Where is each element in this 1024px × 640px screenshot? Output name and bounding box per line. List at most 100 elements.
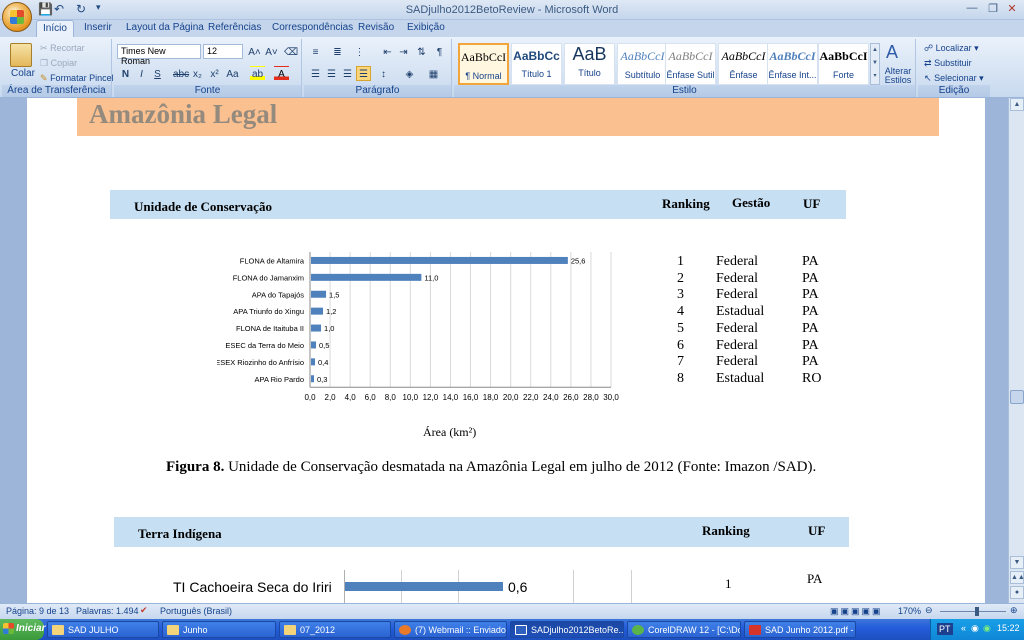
minimize-button[interactable]: —	[962, 2, 982, 16]
scroll-up-button[interactable]: ▲	[1010, 98, 1024, 111]
zoom-out-icon[interactable]: ⊖	[925, 605, 933, 616]
browse-object-button[interactable]: ●	[1010, 586, 1024, 599]
uc-bar-chart: 0,0 2,0 4,0 6,0 8,0 10,0 12,0 14,0 16,0 18,0 20,0 2…	[217, 252, 619, 402]
prev-page-button[interactable]: ▲▲	[1010, 571, 1024, 584]
tray-expand-icon[interactable]: «	[961, 623, 966, 633]
font-color-icon[interactable]: A	[274, 66, 289, 81]
cut-button[interactable]: ✂ Recortar	[40, 43, 85, 54]
align-right-icon[interactable]: ☰	[340, 66, 355, 81]
zoom-level[interactable]: 170%	[898, 606, 921, 616]
copy-button[interactable]: ❐ Copiar	[40, 58, 77, 69]
language-indicator[interactable]: PT	[937, 623, 953, 635]
zoom-slider[interactable]	[940, 611, 1006, 612]
select-button[interactable]: ↖ Selecionar ▾	[924, 73, 984, 84]
office-button[interactable]	[2, 2, 32, 32]
uc-uf: PA	[802, 304, 819, 320]
vertical-scrollbar[interactable]: ▲ ▼ ▲▲ ●	[1008, 98, 1024, 603]
chart-data-label: 0,3	[317, 375, 327, 384]
underline-icon[interactable]: S	[150, 66, 165, 81]
zoom-in-icon[interactable]: ⊕	[1010, 605, 1018, 616]
taskbar-item-coreldraw[interactable]: CorelDRAW 12 - [C:\Doc...	[627, 621, 741, 638]
tray-status-icon[interactable]: ◉	[983, 623, 991, 634]
clear-format-icon[interactable]: ⌫	[283, 44, 298, 59]
taskbar-item-sad-julho[interactable]: SAD JULHO	[47, 621, 159, 638]
grow-font-icon[interactable]: A˄	[247, 44, 262, 59]
zoom-slider-thumb[interactable]	[975, 607, 979, 616]
show-marks-icon[interactable]: ¶	[432, 44, 447, 59]
language-status[interactable]: Português (Brasil)	[160, 606, 232, 616]
taskbar-item-07-2012[interactable]: 07_2012	[279, 621, 391, 638]
paste-icon[interactable]	[10, 43, 32, 67]
style-titulo[interactable]: AaB Título	[564, 43, 615, 85]
style-titulo1[interactable]: AaBbCc Título 1	[511, 43, 562, 85]
folder-icon	[52, 625, 64, 635]
style-enfase-sutil[interactable]: AaBbCcI Ênfase Sutil	[665, 43, 716, 85]
decrease-indent-icon[interactable]: ⇤	[380, 44, 395, 59]
bold-icon[interactable]: N	[118, 66, 133, 81]
style-subtitulo[interactable]: AaBbCcI Subtítulo	[617, 43, 668, 85]
paste-button[interactable]: Colar	[11, 68, 35, 79]
tab-layout[interactable]: Layout da Página	[126, 22, 204, 33]
bullets-icon[interactable]: ≡	[308, 44, 323, 59]
windows-logo-icon	[3, 623, 14, 634]
highlight-icon[interactable]: ab	[250, 66, 265, 81]
uc-uf: PA	[802, 337, 819, 353]
strikethrough-icon[interactable]: abc	[172, 66, 189, 81]
taskbar-item-junho[interactable]: Junho	[162, 621, 276, 638]
word-count[interactable]: Palavras: 1.494	[76, 606, 139, 616]
align-center-icon[interactable]: ☰	[324, 66, 339, 81]
taskbar-item-webmail[interactable]: (7) Webmail :: Enviados ...	[394, 621, 507, 638]
align-left-icon[interactable]: ☰	[308, 66, 323, 81]
page-count[interactable]: Página: 9 de 13	[6, 606, 69, 616]
taskbar-item-pdf[interactable]: SAD Junho 2012.pdf - F...	[744, 621, 856, 638]
change-case-icon[interactable]: Aa	[225, 66, 240, 81]
style-normal[interactable]: AaBbCcI ¶ Normal	[458, 43, 509, 85]
tab-inicio[interactable]: Início	[36, 20, 74, 37]
tab-referencias[interactable]: Referências	[208, 22, 261, 33]
editing-group-label: Edição	[918, 85, 990, 97]
tray-app-icon[interactable]: ◉	[971, 623, 979, 634]
increase-indent-icon[interactable]: ⇥	[396, 44, 411, 59]
clock[interactable]: 15:22	[997, 623, 1020, 633]
document-page[interactable]: Amazônia Legal Unidade de Conservação Ra…	[27, 98, 985, 603]
justify-icon[interactable]: ☰	[356, 66, 371, 81]
style-name: Ênfase Int...	[768, 70, 817, 80]
numbering-icon[interactable]: ≣	[330, 44, 345, 59]
start-button[interactable]: Iniciar	[0, 619, 45, 640]
style-enfase[interactable]: AaBbCcI Ênfase	[718, 43, 769, 85]
shrink-font-icon[interactable]: A˅	[264, 44, 279, 59]
sort-icon[interactable]: ⇅	[414, 44, 429, 59]
find-button[interactable]: ☍ Localizar ▾	[924, 43, 979, 54]
change-styles-button[interactable]: Alterar Estilos	[882, 67, 914, 85]
chart-bar	[311, 341, 317, 349]
tab-exibicao[interactable]: Exibição	[407, 22, 445, 33]
tab-correspondencias[interactable]: Correspondências	[272, 22, 353, 33]
styles-scroll[interactable]: ▲ ▼ ▾	[870, 43, 880, 85]
tab-inserir[interactable]: Inserir	[84, 22, 112, 33]
replace-button[interactable]: ⇄ Substituir	[924, 58, 972, 69]
tab-revisao[interactable]: Revisão	[358, 22, 394, 33]
scroll-down-button[interactable]: ▼	[1010, 556, 1024, 569]
italic-icon[interactable]: I	[134, 66, 149, 81]
scroll-thumb[interactable]	[1010, 390, 1024, 404]
multilevel-list-icon[interactable]: ⋮	[352, 44, 367, 59]
close-button[interactable]: ✕	[1002, 2, 1022, 16]
font-size-combo[interactable]: 12	[203, 44, 243, 59]
proofing-icon[interactable]: ✔	[140, 605, 148, 616]
style-name: Ênfase	[729, 70, 758, 80]
taskbar-item-word[interactable]: SADjulho2012BetoRe...	[510, 621, 624, 638]
style-enfase-intensa[interactable]: AaBbCcI Ênfase Int...	[767, 43, 818, 85]
style-forte[interactable]: AaBbCcI Forte	[818, 43, 869, 85]
font-family-combo[interactable]: Times New Roman	[117, 44, 201, 66]
ti-bar-value: 0,6	[508, 579, 528, 595]
uc-rank: 3	[677, 287, 684, 303]
borders-icon[interactable]: ▦	[426, 66, 441, 81]
restore-button[interactable]: ❐	[983, 2, 1003, 16]
line-spacing-icon[interactable]: ↕	[376, 66, 391, 81]
subscript-icon[interactable]: x₂	[190, 66, 205, 81]
superscript-icon[interactable]: x²	[207, 66, 222, 81]
change-styles-icon[interactable]: A	[886, 42, 898, 63]
view-buttons-icon[interactable]: ▣▣▣▣▣	[830, 606, 883, 617]
shading-icon[interactable]: ◈	[402, 66, 417, 81]
format-painter-button[interactable]: ✎ Formatar Pincel	[40, 73, 114, 84]
